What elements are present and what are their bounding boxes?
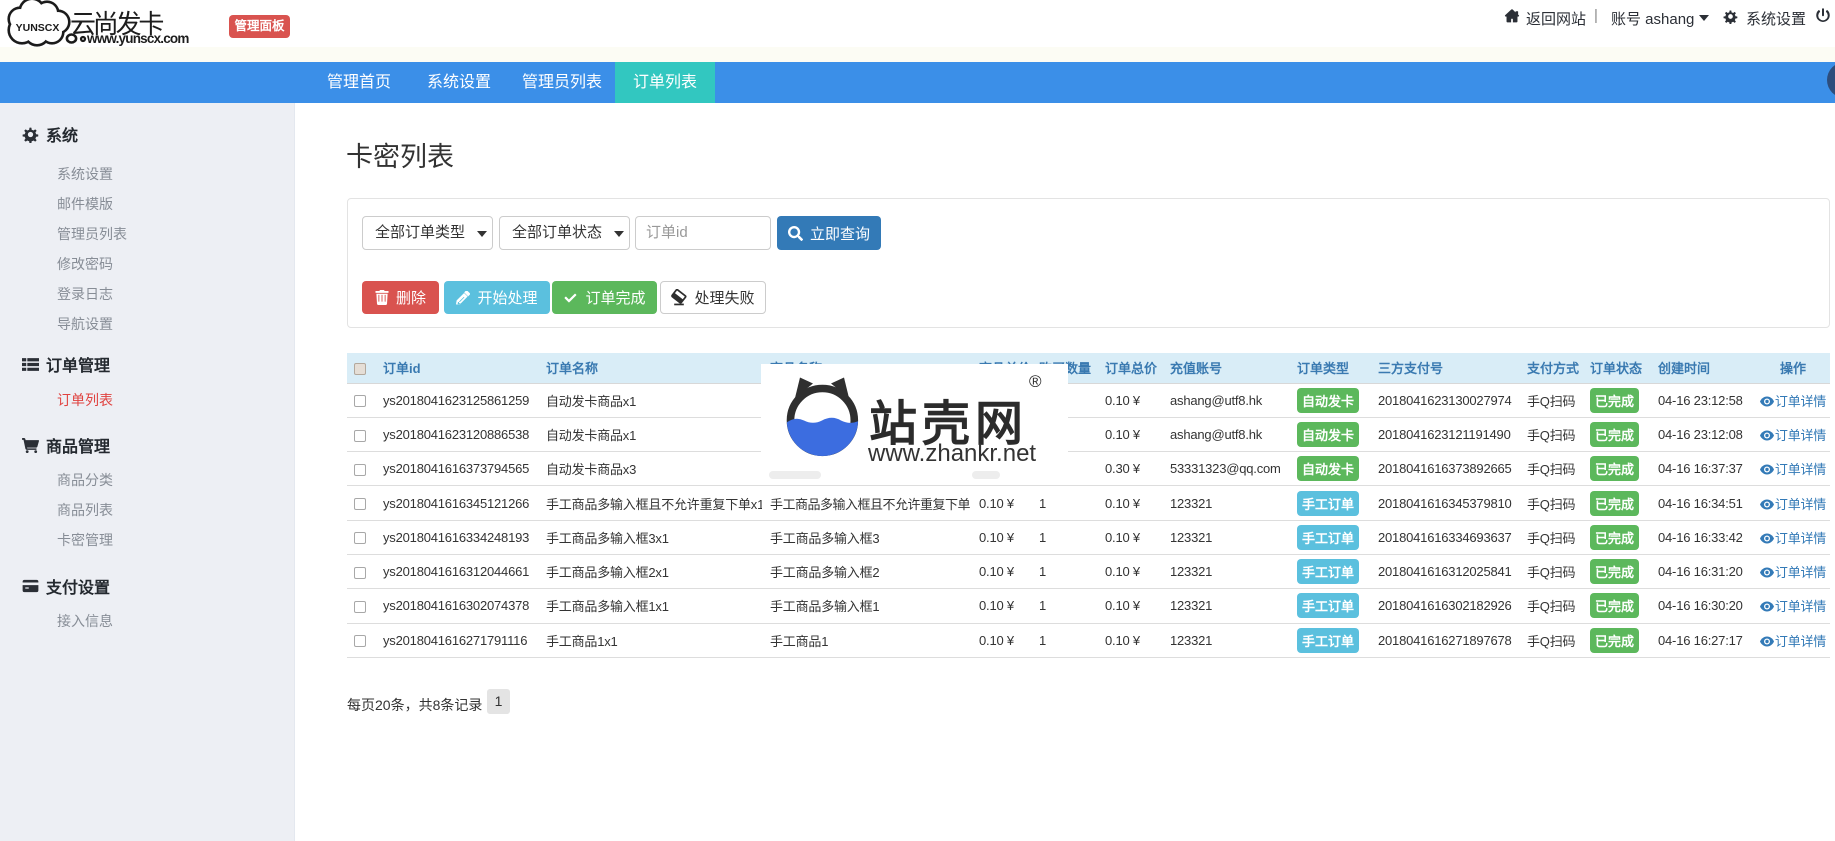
svg-text:YUNSCX: YUNSCX bbox=[16, 22, 60, 34]
